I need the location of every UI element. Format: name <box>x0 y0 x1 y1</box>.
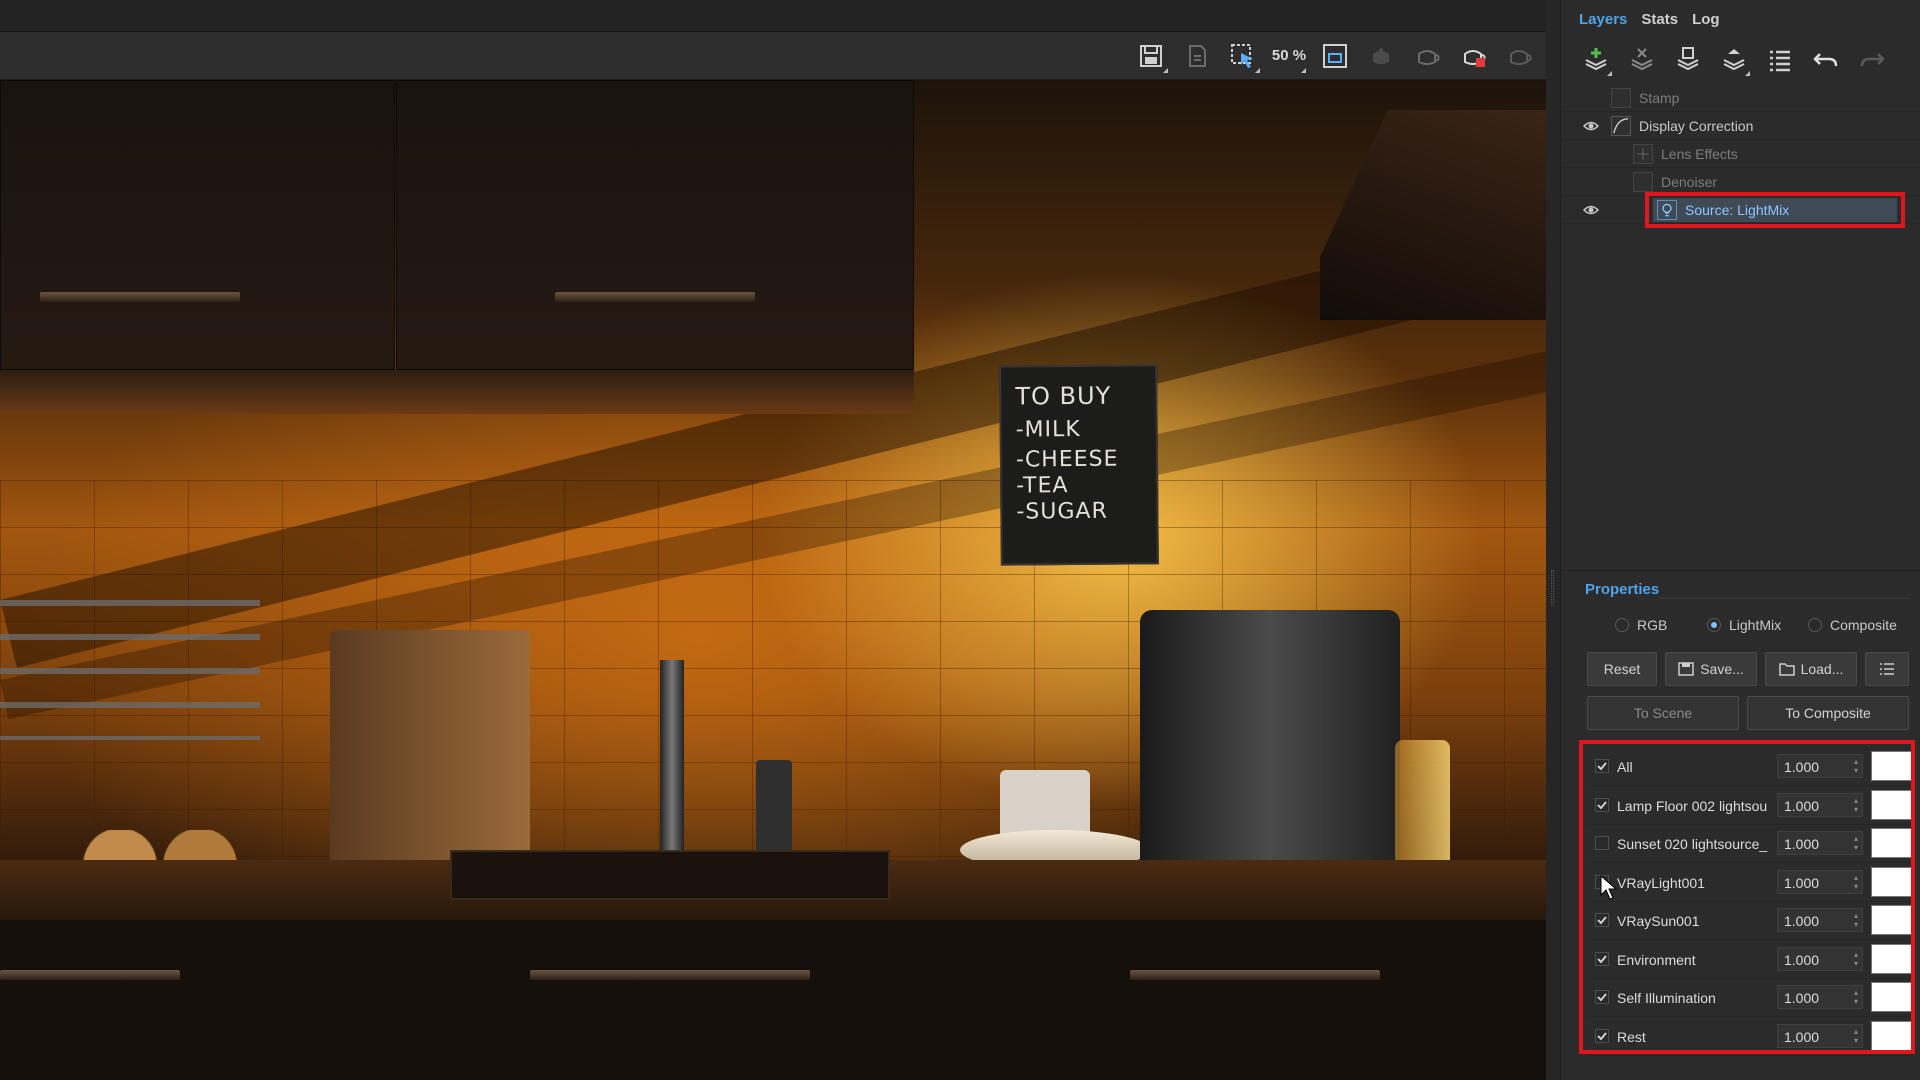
eye-icon[interactable] <box>1583 203 1599 217</box>
rendered-image: TO BUY -MILK -CHEESE -TEA -SUGAR <box>0 80 1546 1080</box>
load-button[interactable]: Load... <box>1765 652 1857 686</box>
layer-name: Stamp <box>1639 90 1680 106</box>
button-label: Load... <box>1800 661 1844 677</box>
properties-divider <box>1659 597 1909 599</box>
stamp-icon <box>1611 88 1631 108</box>
cabinet-handle <box>0 970 180 980</box>
button-label: Reset <box>1603 661 1641 677</box>
panel-tabs: Layers Stats Log <box>1561 0 1920 36</box>
knife-rack <box>0 600 260 740</box>
undo-icon[interactable] <box>1809 43 1843 77</box>
cutting-board <box>330 630 530 880</box>
tab-stats[interactable]: Stats <box>1641 11 1678 36</box>
radio-dot <box>1707 618 1721 632</box>
button-label: To Scene <box>1633 705 1693 721</box>
chalkboard-line: -SUGAR <box>1016 498 1108 525</box>
layer-name: Denoiser <box>1661 174 1718 190</box>
layer-display-correction[interactable]: Display Correction <box>1561 112 1920 140</box>
frame-icon[interactable] <box>1316 37 1354 75</box>
viewport-toolbar: 50 % <box>0 32 1546 80</box>
range-hood <box>1320 110 1546 320</box>
faucet <box>660 660 684 860</box>
teapot-icon[interactable] <box>1362 37 1400 75</box>
save-icon[interactable] <box>1132 37 1170 75</box>
to-composite-button[interactable]: To Composite <box>1747 696 1909 730</box>
cabinet-handle <box>1130 970 1380 980</box>
panel-splitter[interactable] <box>1546 0 1560 1080</box>
folder-icon <box>1778 663 1795 676</box>
zoom-icon[interactable]: 50 % <box>1270 37 1308 75</box>
properties-header: Properties <box>1561 570 1920 604</box>
layer-lens-effects[interactable]: Lens Effects <box>1561 140 1920 168</box>
denoiser-icon <box>1633 172 1653 192</box>
highlight-box <box>1579 740 1915 1054</box>
upper-cabinet-right <box>396 80 914 370</box>
list-icon <box>1880 663 1894 675</box>
remove-layer-icon[interactable] <box>1625 43 1659 77</box>
radio-label: Composite <box>1830 617 1897 633</box>
radio-dot <box>1615 618 1629 632</box>
save-all-icon[interactable] <box>1178 37 1216 75</box>
layer-list-icon[interactable] <box>1763 43 1797 77</box>
cabinet-handle <box>530 970 810 980</box>
reset-button[interactable]: Reset <box>1587 652 1657 686</box>
cabinet-handle <box>40 292 240 302</box>
load-layer-tree-icon[interactable] <box>1717 43 1751 77</box>
chalkboard-line: TO BUY <box>1015 381 1112 411</box>
tab-log[interactable]: Log <box>1692 11 1720 36</box>
layer-tree: Stamp Display Correction Lens Effects De… <box>1561 84 1920 550</box>
viewport-title-bar <box>0 0 1546 32</box>
properties-title: Properties <box>1585 581 1660 598</box>
radio-dot <box>1808 618 1822 632</box>
sink <box>450 850 890 900</box>
layer-name: Lens Effects <box>1661 146 1738 162</box>
lens-icon <box>1633 144 1653 164</box>
lightmix-options-button[interactable] <box>1865 652 1909 686</box>
lower-cabinets <box>0 920 1546 1080</box>
radio-composite[interactable]: Composite <box>1808 617 1897 633</box>
region-select-icon[interactable] <box>1224 37 1262 75</box>
button-label: Save... <box>1700 661 1744 677</box>
upper-cabinet-left <box>0 80 395 370</box>
layer-toolbar <box>1561 36 1920 84</box>
mouse-cursor-icon <box>1600 875 1618 900</box>
glass-jar <box>1395 740 1450 880</box>
cabinet-handle <box>555 292 755 302</box>
save-icon <box>1678 662 1694 676</box>
eye-icon[interactable] <box>1583 119 1599 133</box>
layer-name: Display Correction <box>1639 118 1754 134</box>
curve-icon <box>1611 116 1631 136</box>
chalkboard: TO BUY -MILK -CHEESE -TEA -SUGAR <box>999 364 1159 566</box>
soap-dispenser <box>756 760 792 860</box>
redo-icon[interactable] <box>1855 43 1889 77</box>
tab-layers[interactable]: Layers <box>1579 11 1627 36</box>
layer-source-lightmix[interactable]: Source: LightMix <box>1561 192 1920 228</box>
save-button[interactable]: Save... <box>1665 652 1757 686</box>
cabinet-bottom-edge <box>0 370 914 414</box>
button-label: To Composite <box>1785 705 1871 721</box>
layer-stamp[interactable]: Stamp <box>1561 84 1920 112</box>
teapot-stop-icon[interactable] <box>1500 37 1538 75</box>
highlight-box <box>1645 192 1905 228</box>
radio-lightmix[interactable]: LightMix <box>1707 617 1781 633</box>
radio-label: RGB <box>1637 617 1668 633</box>
radio-rgb[interactable]: RGB <box>1615 617 1667 633</box>
radio-label: LightMix <box>1729 617 1782 633</box>
to-scene-button[interactable]: To Scene <box>1587 696 1739 730</box>
add-layer-icon[interactable] <box>1579 43 1613 77</box>
zoom-level: 50 % <box>1271 47 1307 64</box>
vfb-side-panel: Layers Stats Log Stamp Display Correctio… <box>1560 0 1920 1080</box>
chalkboard-line: -MILK <box>1015 416 1081 443</box>
mode-radio-group: RGB LightMix Composite <box>1561 614 1920 638</box>
render-viewport: 50 % TO BUY -MILK -CHEESE -TEA -SUGAR <box>0 0 1546 1080</box>
teapot-render-icon[interactable] <box>1454 37 1492 75</box>
save-layer-tree-icon[interactable] <box>1671 43 1705 77</box>
teapot-outline-icon[interactable] <box>1408 37 1446 75</box>
